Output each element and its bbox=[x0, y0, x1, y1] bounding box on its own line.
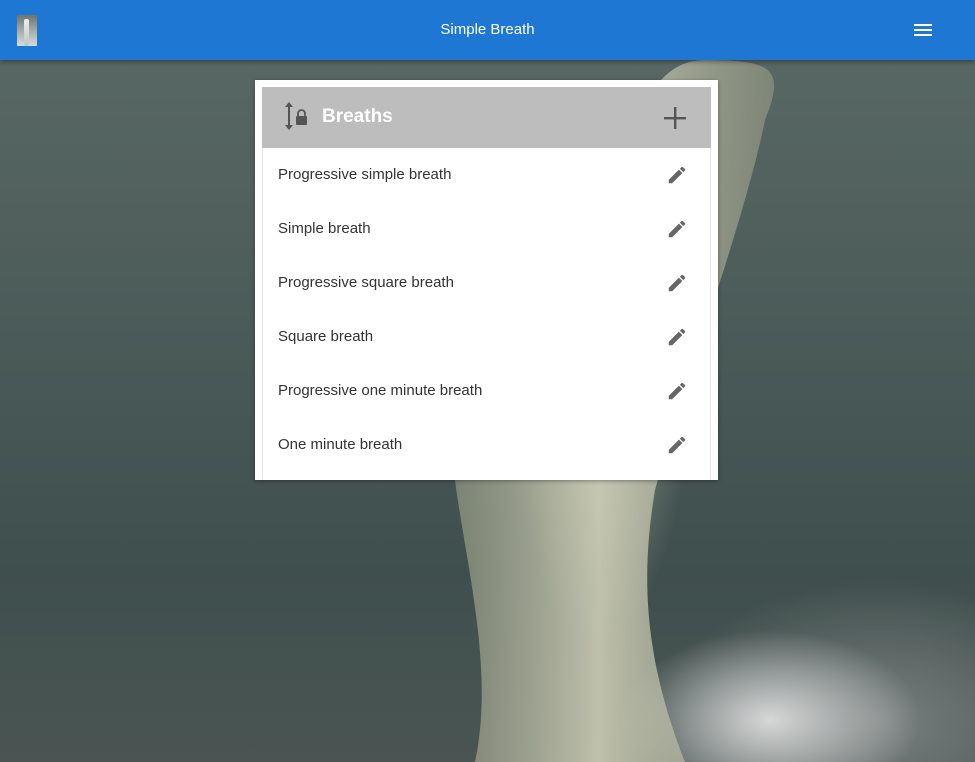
breath-name: Progressive one minute breath bbox=[278, 382, 483, 399]
pencil-icon[interactable] bbox=[666, 326, 688, 348]
hamburger-menu-icon[interactable] bbox=[908, 16, 938, 44]
app-page: Simple Breath Breaths Progressive simple… bbox=[0, 0, 975, 762]
breaths-header: Breaths bbox=[262, 87, 711, 148]
breath-name: Square breath bbox=[278, 328, 374, 345]
breaths-list: Progressive simple breath Simple breath … bbox=[263, 148, 710, 472]
list-item[interactable]: Simple breath bbox=[263, 202, 710, 256]
app-title: Simple Breath bbox=[440, 21, 535, 38]
plus-icon[interactable] bbox=[660, 103, 690, 133]
breath-name: Simple breath bbox=[278, 220, 371, 237]
breaths-card: Breaths Progressive simple breath Simple… bbox=[255, 80, 718, 480]
list-item[interactable]: Square breath bbox=[263, 310, 710, 364]
breath-name: One minute breath bbox=[278, 436, 403, 453]
breaths-title: Breaths bbox=[322, 106, 393, 127]
pencil-icon[interactable] bbox=[666, 272, 688, 294]
pencil-icon[interactable] bbox=[666, 164, 688, 186]
breath-name: Progressive simple breath bbox=[278, 166, 452, 183]
list-item[interactable]: Progressive simple breath bbox=[263, 148, 710, 202]
app-bar: Simple Breath bbox=[0, 0, 975, 60]
pencil-icon[interactable] bbox=[666, 218, 688, 240]
pencil-icon[interactable] bbox=[666, 434, 688, 456]
pencil-icon[interactable] bbox=[666, 380, 688, 402]
breath-name: Progressive square breath bbox=[278, 274, 454, 291]
reorder-lock-icon[interactable] bbox=[281, 101, 309, 131]
list-item[interactable]: Progressive one minute breath bbox=[263, 364, 710, 418]
list-item[interactable]: One minute breath bbox=[263, 418, 710, 472]
breaths-card-body: Breaths Progressive simple breath Simple… bbox=[262, 87, 711, 480]
list-item[interactable]: Progressive square breath bbox=[263, 256, 710, 310]
